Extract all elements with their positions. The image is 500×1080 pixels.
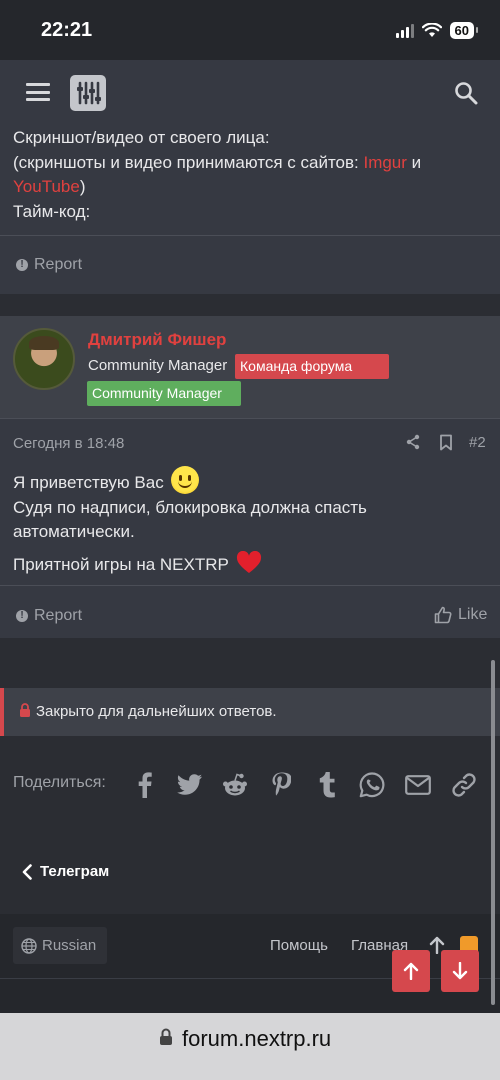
battery-indicator: 60 <box>449 22 479 39</box>
search-icon[interactable] <box>454 81 478 105</box>
arrow-down-icon <box>452 962 468 980</box>
post-text: Я приветствую Вас <box>13 473 164 492</box>
url-domain: forum.nextrp.ru <box>182 1026 332 1051</box>
back-link-label: Телеграм <box>40 863 110 880</box>
facebook-icon[interactable] <box>131 771 159 799</box>
help-link[interactable]: Помощь <box>270 937 328 954</box>
smile-emoji-icon <box>171 466 200 494</box>
post-line: Тайм-код: <box>13 201 91 221</box>
signal-icon <box>395 23 414 38</box>
share-label: Поделиться: <box>13 774 106 791</box>
bookmark-icon[interactable] <box>439 434 453 451</box>
post-line: Приятной игры на NEXTRP <box>13 550 483 578</box>
language-selector[interactable]: Russian <box>13 927 107 964</box>
arrow-up-icon <box>403 962 419 980</box>
divider <box>0 418 500 419</box>
divider <box>0 235 500 236</box>
wifi-icon <box>421 23 442 37</box>
post-line: Судя по надписи, блокировка должна спаст… <box>13 497 367 542</box>
share-icon[interactable] <box>405 434 421 450</box>
locked-notice: Закрыто для дальнейших ответов. <box>0 688 500 736</box>
status-icons: 60 <box>395 22 479 39</box>
post-previous: Скриншот/видео от своего лица: (скриншот… <box>0 126 500 294</box>
pinterest-icon[interactable] <box>267 771 295 799</box>
reddit-icon[interactable] <box>221 771 249 799</box>
link-icon[interactable] <box>450 771 478 799</box>
report-icon: ! <box>16 259 28 271</box>
scroll-down-button[interactable] <box>441 950 479 992</box>
post-text: ) <box>79 177 86 196</box>
tumblr-icon[interactable] <box>313 771 341 799</box>
browser-address-bar[interactable]: forum.nextrp.ru <box>0 1013 500 1080</box>
report-label: Report <box>34 607 83 624</box>
post-line: YouTube) <box>13 175 493 200</box>
site-logo[interactable] <box>70 75 106 111</box>
avatar[interactable] <box>13 328 75 390</box>
back-to-telegram-link[interactable]: Телеграм <box>22 863 109 880</box>
scrollbar[interactable] <box>491 660 495 1005</box>
locked-text: Закрыто для дальнейших ответов. <box>36 703 277 720</box>
post-text: и <box>406 152 422 172</box>
report-button[interactable]: ! Report <box>16 607 82 625</box>
like-button[interactable]: Like <box>434 606 487 624</box>
post-line: Скриншот/видео от своего лица: <box>13 128 270 147</box>
menu-icon[interactable] <box>26 83 50 101</box>
post-body: Скриншот/видео от своего лица: (скриншот… <box>13 126 493 224</box>
like-label: Like <box>458 606 488 623</box>
heart-emoji-icon <box>237 550 262 573</box>
status-bar: 22:21 60 <box>0 0 500 60</box>
globe-icon <box>21 937 37 954</box>
report-label: Report <box>34 256 83 273</box>
status-time: 22:21 <box>41 19 93 41</box>
whatsapp-icon[interactable] <box>358 771 386 799</box>
post-line: (скриншоты и видео принимаются с сайтов:… <box>13 151 493 176</box>
badge-community-manager: Community Manager <box>87 381 241 406</box>
post-text: (скриншоты и видео принимаются с сайтов: <box>13 152 364 172</box>
post-body: Я приветствую Вас Судя по надписи, блоки… <box>13 466 483 577</box>
imgur-link[interactable]: Imgur <box>363 153 406 172</box>
email-icon[interactable] <box>404 771 432 799</box>
top-navigation <box>0 60 500 126</box>
lock-icon <box>20 703 30 717</box>
logo-icon <box>77 81 101 105</box>
lock-icon <box>160 1028 172 1045</box>
divider <box>0 585 500 586</box>
twitter-icon[interactable] <box>176 771 204 799</box>
post-gap <box>0 294 500 316</box>
language-label: Russian <box>42 937 97 954</box>
username[interactable]: Дмитрий Фишер <box>88 330 226 350</box>
post-date[interactable]: Сегодня в 18:48 <box>13 435 124 452</box>
user-title: Community Manager <box>88 357 228 374</box>
report-button[interactable]: ! Report <box>16 256 82 274</box>
post-author-header: Дмитрий Фишер Community Manager Команда … <box>0 316 500 418</box>
thumbs-up-icon <box>434 606 452 624</box>
youtube-link[interactable]: YouTube <box>13 177 80 196</box>
chevron-left-icon <box>22 863 32 880</box>
post-text: Приятной игры на NEXTRP <box>13 554 229 574</box>
post-line: Я приветствую Вас <box>13 466 483 496</box>
badge-team: Команда форума <box>235 354 389 379</box>
scroll-up-button[interactable] <box>392 950 430 992</box>
report-icon: ! <box>16 610 28 622</box>
post-message: Дмитрий Фишер Community Manager Команда … <box>0 316 500 638</box>
post-number[interactable]: #2 <box>469 434 486 451</box>
